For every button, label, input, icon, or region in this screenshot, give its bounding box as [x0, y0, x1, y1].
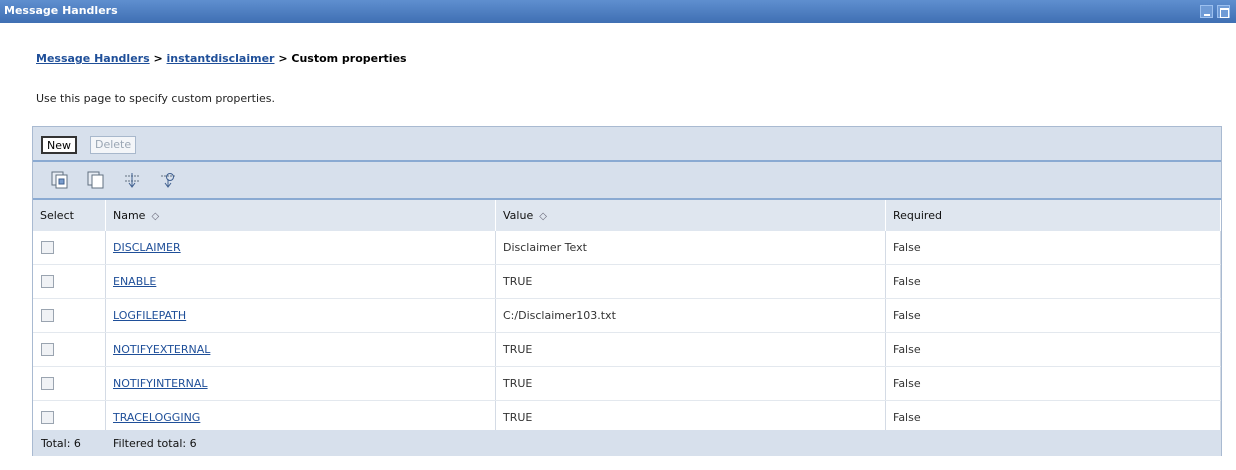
column-header-required: Required	[885, 200, 1221, 231]
row-select-checkbox[interactable]	[41, 343, 54, 357]
property-name-link[interactable]: ENABLE	[113, 275, 156, 288]
show-filter-icon[interactable]	[123, 171, 141, 189]
window-title: Message Handlers	[4, 4, 118, 17]
deselect-all-icon[interactable]	[87, 171, 105, 189]
breadcrumb-link-message-handlers[interactable]: Message Handlers	[36, 52, 150, 65]
table-header-row: Select Name ◇ Value ◇ Required	[33, 200, 1221, 231]
property-required: False	[885, 264, 1221, 299]
total-count: Total: 6	[41, 437, 81, 450]
table-toolbar	[33, 162, 1221, 200]
breadcrumb-link-instantdisclaimer[interactable]: instantdisclaimer	[167, 52, 275, 65]
sort-icon[interactable]: ◇	[539, 211, 547, 222]
custom-properties-panel: New Delete Select Name ◇ Value ◇ Require…	[32, 126, 1222, 456]
table-row: ENABLE TRUE False	[33, 264, 1221, 299]
properties-table: Select Name ◇ Value ◇ Required DISCLAIMER …	[33, 200, 1221, 435]
column-header-value[interactable]: Value ◇	[495, 200, 886, 231]
property-value: TRUE	[495, 366, 886, 401]
property-value: TRUE	[495, 332, 886, 367]
column-header-name[interactable]: Name ◇	[105, 200, 496, 231]
property-required: False	[885, 366, 1221, 401]
breadcrumb-separator: >	[274, 52, 292, 65]
column-header-select: Select	[33, 200, 106, 231]
table-row: DISCLAIMER Disclaimer Text False	[33, 231, 1221, 265]
row-select-checkbox[interactable]	[41, 377, 54, 391]
property-name-link[interactable]: DISCLAIMER	[113, 241, 181, 254]
table-row: NOTIFYEXTERNAL TRUE False	[33, 332, 1221, 367]
table-row: NOTIFYINTERNAL TRUE False	[33, 366, 1221, 401]
property-required: False	[885, 332, 1221, 367]
window-titlebar: Message Handlers	[0, 0, 1236, 23]
new-button[interactable]: New	[41, 136, 77, 154]
button-row: New Delete	[33, 127, 1221, 162]
property-name-link[interactable]: NOTIFYEXTERNAL	[113, 343, 210, 356]
breadcrumb-current: Custom properties	[291, 52, 407, 65]
minimize-icon[interactable]	[1200, 5, 1213, 18]
breadcrumb: Message Handlers > instantdisclaimer > C…	[36, 52, 407, 65]
row-select-checkbox[interactable]	[41, 309, 54, 323]
table-row: LOGFILEPATH C:/Disclaimer103.txt False	[33, 298, 1221, 333]
delete-button[interactable]: Delete	[90, 136, 137, 154]
sort-icon[interactable]: ◇	[151, 211, 159, 222]
property-value: C:/Disclaimer103.txt	[495, 298, 886, 333]
clear-filter-icon[interactable]	[159, 171, 177, 189]
property-required: False	[885, 231, 1221, 265]
table-totals: Total: 6 Filtered total: 6	[33, 430, 1221, 456]
property-value: TRUE	[495, 264, 886, 299]
maximize-icon[interactable]	[1217, 5, 1230, 18]
property-name-link[interactable]: NOTIFYINTERNAL	[113, 377, 208, 390]
row-select-checkbox[interactable]	[41, 411, 54, 425]
breadcrumb-separator: >	[149, 52, 167, 65]
select-all-icon[interactable]	[51, 171, 69, 189]
page-description: Use this page to specify custom properti…	[36, 92, 276, 105]
property-value: Disclaimer Text	[495, 231, 886, 265]
row-select-checkbox[interactable]	[41, 275, 54, 289]
property-name-link[interactable]: TRACELOGGING	[113, 411, 200, 424]
row-select-checkbox[interactable]	[41, 241, 54, 255]
property-required: False	[885, 298, 1221, 333]
filtered-total-count: Filtered total: 6	[113, 437, 197, 450]
property-name-link[interactable]: LOGFILEPATH	[113, 309, 186, 322]
